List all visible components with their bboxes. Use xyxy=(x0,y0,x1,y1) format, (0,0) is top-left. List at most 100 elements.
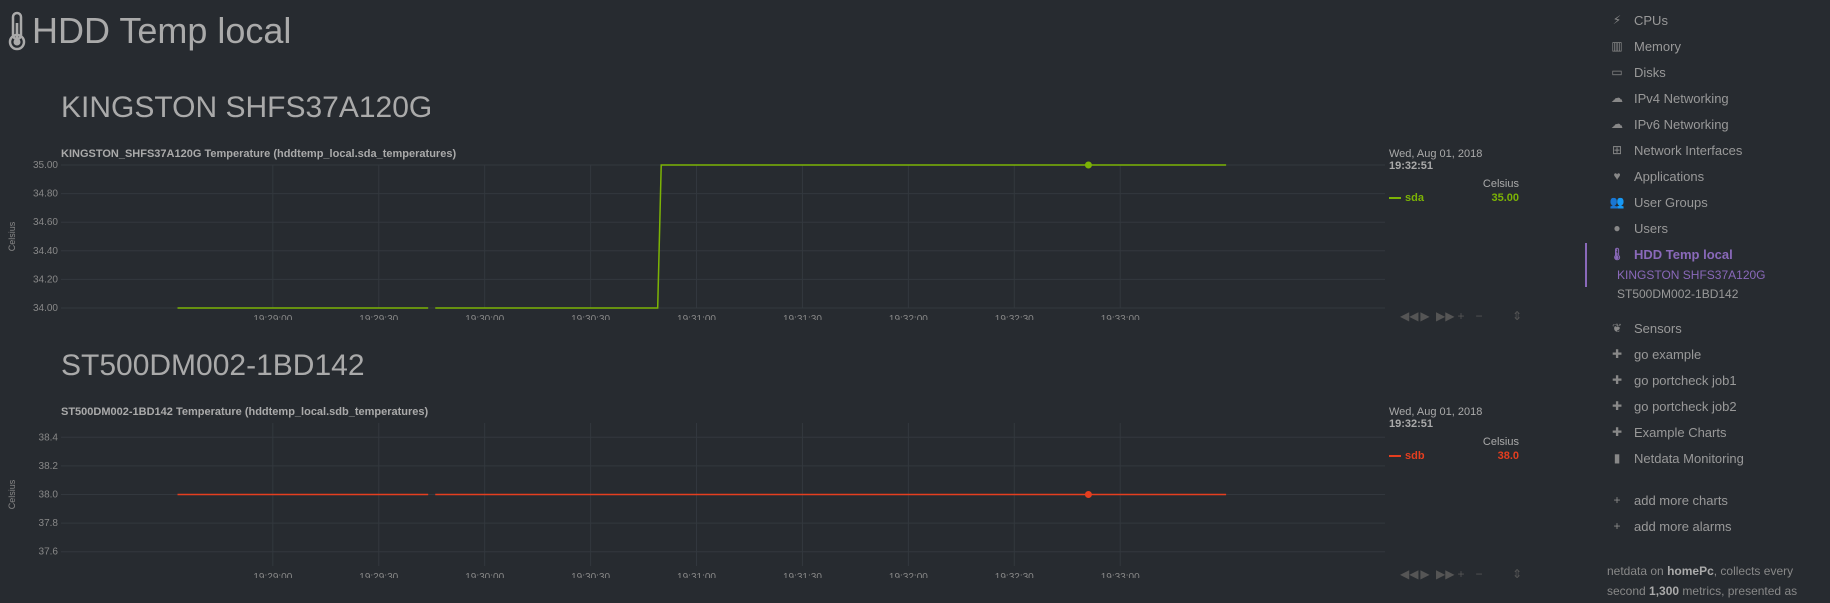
sidebar-item-sensors[interactable]: ❦ Sensors xyxy=(1610,318,1682,338)
sidebar-item-ipv6-networking[interactable]: ☁ IPv6 Networking xyxy=(1610,114,1729,134)
cloud-icon: ☁ xyxy=(1611,91,1623,105)
x-tick-label: 19:31:30 xyxy=(783,314,822,320)
y-axis-label: Celsius xyxy=(7,221,17,251)
x-tick-label: 19:31:00 xyxy=(677,314,716,320)
sidebar-item-netdata-monitoring[interactable]: ▮ Netdata Monitoring xyxy=(1610,448,1744,468)
x-tick-label: 19:31:30 xyxy=(783,572,822,578)
footer-host: homePc xyxy=(1667,564,1714,578)
memory-icon: ▥ xyxy=(1611,39,1623,53)
play-icon[interactable]: ▶ xyxy=(1418,567,1432,581)
sidebar-item-label: Netdata Monitoring xyxy=(1634,450,1744,466)
zoom-out-icon[interactable]: − xyxy=(1472,309,1486,323)
x-tick-label: 19:30:30 xyxy=(571,572,610,578)
x-tick-label: 19:30:00 xyxy=(465,572,504,578)
sidebar-subitem-st500dm002-1bd142[interactable]: ST500DM002-1BD142 xyxy=(1617,287,1738,301)
cloud-icon: ☁ xyxy=(1611,117,1623,131)
hdd-icon: ▭ xyxy=(1611,65,1623,79)
sidebar-item-cpus[interactable]: ⚡ CPUs xyxy=(1610,10,1668,30)
sidebar-item-label: Example Charts xyxy=(1634,424,1727,440)
leaf-icon: ❦ xyxy=(1611,321,1623,335)
y-tick-label: 37.8 xyxy=(39,518,59,529)
x-tick-label: 19:29:30 xyxy=(359,572,398,578)
active-indicator xyxy=(1585,243,1587,287)
sidebar-item-label: Applications xyxy=(1634,168,1705,184)
x-tick-label: 19:29:00 xyxy=(253,572,292,578)
legend-series-sdb[interactable]: sdb 38.0 xyxy=(1389,450,1519,462)
sidebar-item-label: go portcheck job1 xyxy=(1634,372,1737,388)
sidebar-subitem-kingston-shfs37a120g[interactable]: KINGSTON SHFS37A120G xyxy=(1617,268,1766,282)
sidebar-item-disks[interactable]: ▭ Disks xyxy=(1610,62,1665,82)
legend-series-value: 35.00 xyxy=(1491,192,1519,204)
bolt-icon: ⚡ xyxy=(1612,13,1622,27)
legend-series-sda[interactable]: sda 35.00 xyxy=(1389,192,1519,204)
legend-sda: Wed, Aug 01, 2018 19:32:51 Celsius sda 3… xyxy=(1389,148,1519,204)
sidebar-item-example-charts[interactable]: ✚ Example Charts xyxy=(1610,422,1727,442)
zoom-in-icon[interactable]: + xyxy=(1454,567,1468,581)
legend-date: Wed, Aug 01, 2018 xyxy=(1389,406,1483,418)
sidebar-item-hdd-temp-local[interactable]: 🌡 HDD Temp local xyxy=(1609,244,1732,264)
resize-icon[interactable]: ⇕ xyxy=(1510,309,1524,323)
resize-icon[interactable]: ⇕ xyxy=(1510,567,1524,581)
play-icon[interactable]: ▶ xyxy=(1418,309,1432,323)
x-tick-label: 19:32:30 xyxy=(995,314,1034,320)
x-tick-label: 19:30:00 xyxy=(465,314,504,320)
y-tick-label: 38.2 xyxy=(39,461,59,472)
y-tick-label: 34.80 xyxy=(33,189,58,200)
zoom-in-icon[interactable]: + xyxy=(1454,309,1468,323)
sidebar-item-go-example[interactable]: ✚ go example xyxy=(1610,344,1701,364)
hover-point xyxy=(1084,491,1092,498)
sidebar-item-users[interactable]: ● Users xyxy=(1610,218,1668,238)
y-tick-label: 34.00 xyxy=(33,303,58,314)
sidebar-item-memory[interactable]: ▥ Memory xyxy=(1610,36,1681,56)
chart-sdb[interactable]: 19:29:00 19:29:30 19:30:00 19:30:30 19:31:00… xyxy=(0,408,1390,578)
plus-icon: + xyxy=(1613,519,1621,533)
sidebar-item-applications[interactable]: ♥ Applications xyxy=(1610,166,1704,186)
zoom-out-icon[interactable]: − xyxy=(1472,567,1486,581)
sidebar-item-label: CPUs xyxy=(1634,12,1668,28)
x-tick-label: 19:29:00 xyxy=(253,314,292,320)
legend-date: Wed, Aug 01, 2018 xyxy=(1389,148,1483,160)
sidebar-item-label: add more charts xyxy=(1634,492,1728,508)
legend-sdb: Wed, Aug 01, 2018 19:32:51 Celsius sdb 3… xyxy=(1389,406,1519,462)
sidebar-item-label: add more alarms xyxy=(1634,518,1732,534)
section-title-sdb: ST500DM002-1BD142 xyxy=(61,349,365,382)
legend-time: 19:32:51 xyxy=(1389,160,1434,172)
fast-forward-icon[interactable]: ▶▶ xyxy=(1436,567,1454,581)
puzzle-icon: ✚ xyxy=(1611,347,1623,361)
rewind-icon[interactable]: ◀◀ xyxy=(1400,567,1418,581)
y-tick-label: 37.6 xyxy=(39,547,59,558)
plus-icon: + xyxy=(1613,493,1621,507)
x-tick-label: 19:31:00 xyxy=(677,572,716,578)
x-tick-label: 19:33:00 xyxy=(1101,314,1140,320)
footer-metrics: 1,300 xyxy=(1649,584,1680,598)
sidebar: ⚡ CPUs ▥ Memory ▭ Disks ☁ IPv4 Networking ☁ IPv6 … xyxy=(1585,0,1830,603)
sidebar-item-add-more-alarms[interactable]: + add more alarms xyxy=(1610,516,1732,536)
heartbeat-icon: ♥ xyxy=(1613,169,1621,183)
sidebar-item-network-interfaces[interactable]: ⊞ Network Interfaces xyxy=(1610,140,1742,160)
legend-unit: Celsius xyxy=(1482,178,1519,190)
x-tick-label: 19:33:00 xyxy=(1101,572,1140,578)
y-tick-label: 35.00 xyxy=(33,160,58,171)
y-tick-label: 34.20 xyxy=(33,274,58,285)
sidebar-item-label: Network Interfaces xyxy=(1634,142,1743,158)
fast-forward-icon[interactable]: ▶▶ xyxy=(1436,309,1454,323)
sidebar-item-go-portcheck-job2[interactable]: ✚ go portcheck job2 xyxy=(1610,396,1737,416)
sidebar-item-go-portcheck-job1[interactable]: ✚ go portcheck job1 xyxy=(1610,370,1737,390)
rewind-icon[interactable]: ◀◀ xyxy=(1400,309,1418,323)
x-tick-label: 19:32:30 xyxy=(995,572,1034,578)
thermometer-icon xyxy=(8,11,26,51)
chart-sda[interactable]: 19:29:00 19:29:30 19:30:00 19:30:30 19:31:00… xyxy=(0,150,1390,320)
sidebar-item-add-more-charts[interactable]: + add more charts xyxy=(1610,490,1728,510)
puzzle-icon: ✚ xyxy=(1611,425,1623,439)
y-tick-label: 34.60 xyxy=(33,217,58,228)
section-title-sda: KINGSTON SHFS37A120G xyxy=(61,91,433,124)
user-icon: ● xyxy=(1613,221,1621,235)
sidebar-item-ipv4-networking[interactable]: ☁ IPv4 Networking xyxy=(1610,88,1729,108)
legend-series-value: 38.0 xyxy=(1497,450,1519,462)
main-content: HDD Temp local KINGSTON SHFS37A120G KING… xyxy=(0,0,1560,603)
y-tick-label: 38.0 xyxy=(39,490,59,501)
puzzle-icon: ✚ xyxy=(1611,373,1623,387)
sitemap-icon: ⊞ xyxy=(1611,143,1623,157)
sidebar-item-user-groups[interactable]: 👥 User Groups xyxy=(1610,192,1708,212)
legend-unit: Celsius xyxy=(1482,436,1519,448)
